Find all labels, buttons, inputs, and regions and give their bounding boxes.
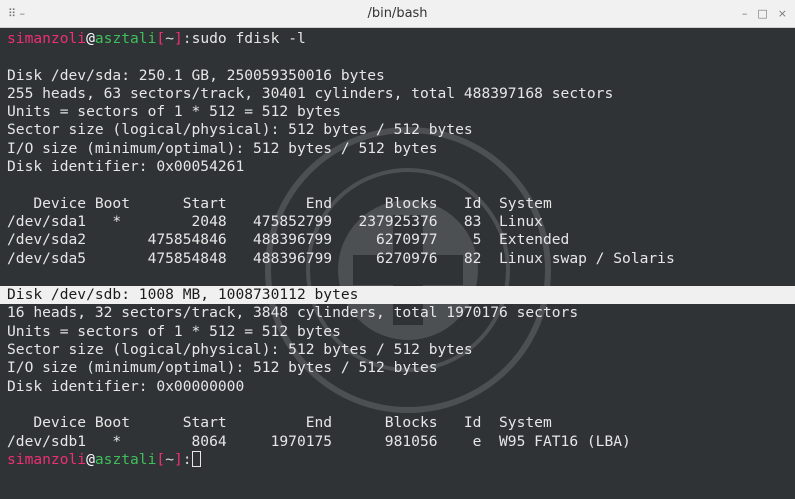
prompt-path: ~: [165, 30, 174, 47]
prompt-colon: :: [182, 30, 192, 47]
prompt-at: @: [86, 30, 95, 47]
output-line: Units = sectors of 1 * 512 = 512 bytes: [7, 322, 341, 340]
output-line: Sector size (logical/physical): 512 byte…: [7, 121, 473, 139]
terminal-output[interactable]: simanzoli@asztali[~]:sudo fdisk -l Disk /…: [0, 28, 795, 499]
partition-row: /dev/sdb1 * 8064 1970175 981056 e W95 FA…: [7, 432, 631, 450]
output-line: 16 heads, 32 sectors/track, 3848 cylinde…: [7, 304, 579, 322]
partition-row: /dev/sda5 475854848 488396799 6270976 82…: [7, 249, 675, 267]
prompt-close-bracket: ]: [173, 30, 183, 47]
prompt-colon: :: [182, 450, 192, 468]
partition-row: /dev/sda2 475854846 488396799 6270977 5 …: [7, 231, 570, 249]
output-line: Disk identifier: 0x00054261: [7, 158, 245, 176]
command-text: sudo fdisk -l: [191, 30, 306, 47]
partition-table-header: Device Boot Start End Blocks Id System: [7, 414, 552, 432]
prompt-open-bracket: [: [156, 450, 166, 468]
output-line: 255 heads, 63 sectors/track, 30401 cylin…: [7, 84, 614, 102]
prompt-user: simanzoli: [7, 30, 87, 47]
title-bar[interactable]: ⠿ – /bin/bash – □ ×: [0, 0, 795, 28]
prompt-at: @: [86, 450, 95, 468]
window-title: /bin/bash: [367, 6, 428, 21]
prompt-line: simanzoli@asztali[~]:sudo fdisk -l: [7, 30, 788, 48]
minimize-icon[interactable]: –: [742, 0, 748, 28]
output-line: I/O size (minimum/optimal): 512 bytes / …: [7, 359, 438, 377]
output-line: Units = sectors of 1 * 512 = 512 bytes: [7, 103, 341, 121]
output-line: Disk /dev/sda: 250.1 GB, 250059350016 by…: [7, 66, 385, 84]
prompt-path: ~: [165, 450, 174, 468]
partition-table-header: Device Boot Start End Blocks Id System: [7, 194, 552, 212]
output-line: I/O size (minimum/optimal): 512 bytes / …: [7, 139, 438, 157]
window-controls: – □ ×: [742, 0, 787, 28]
selected-line: Disk /dev/sdb: 1008 MB, 1008730112 bytes: [0, 286, 795, 305]
prompt-host: asztali: [94, 30, 157, 47]
partition-row: /dev/sda1 * 2048 475852799 237925376 83 …: [7, 212, 543, 230]
prompt-open-bracket: [: [156, 30, 166, 47]
prompt-line: simanzoli@asztali[~]:: [7, 450, 788, 469]
prompt-user: simanzoli: [7, 450, 87, 468]
text-cursor[interactable]: [191, 450, 201, 467]
output-line: Disk identifier: 0x00000000: [7, 377, 245, 395]
close-icon[interactable]: ×: [778, 0, 787, 28]
maximize-icon[interactable]: □: [757, 0, 767, 28]
prompt-close-bracket: ]: [173, 450, 183, 468]
output-line: Sector size (logical/physical): 512 byte…: [7, 341, 473, 359]
terminal-window: ⠿ – /bin/bash – □ × simanzoli@asztali[~]…: [0, 0, 795, 499]
prompt-host: asztali: [94, 450, 157, 468]
